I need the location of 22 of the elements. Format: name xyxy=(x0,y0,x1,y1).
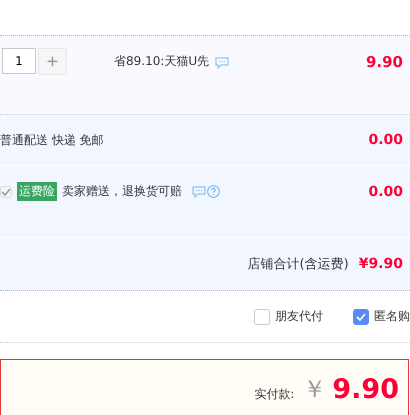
insurance-text: 卖家赠送，退换货可赔 xyxy=(62,183,182,200)
checkbox[interactable] xyxy=(254,308,270,324)
promo-text: 省89.10:天猫U先 xyxy=(114,53,210,70)
message-icon[interactable] xyxy=(192,186,206,198)
option-label: 朋友代付 xyxy=(275,308,323,325)
help-icon[interactable] xyxy=(207,185,220,198)
payment-label: 实付款: xyxy=(254,386,294,402)
payment-amount: 9.90 xyxy=(332,374,399,404)
check-icon xyxy=(1,188,11,196)
insurance-tag: 运费险 xyxy=(17,182,57,201)
item-price: 9.90 xyxy=(366,53,403,71)
message-icon[interactable] xyxy=(215,57,230,69)
shop-total-label: 店铺合计(含运费) xyxy=(248,256,349,273)
currency-symbol: ￥ xyxy=(302,374,326,405)
insurance-fee: 0.00 xyxy=(368,184,403,200)
shop-total-amount: ¥9.90 xyxy=(358,256,403,272)
checkbox[interactable] xyxy=(353,308,369,324)
shipping-fee: 0.00 xyxy=(368,132,403,148)
check-icon xyxy=(356,312,366,320)
option-label: 匿名购 xyxy=(374,308,410,325)
quantity-field[interactable]: 1 xyxy=(2,48,36,74)
shipping-method: 普通配送 快递 免邮 xyxy=(0,132,104,148)
